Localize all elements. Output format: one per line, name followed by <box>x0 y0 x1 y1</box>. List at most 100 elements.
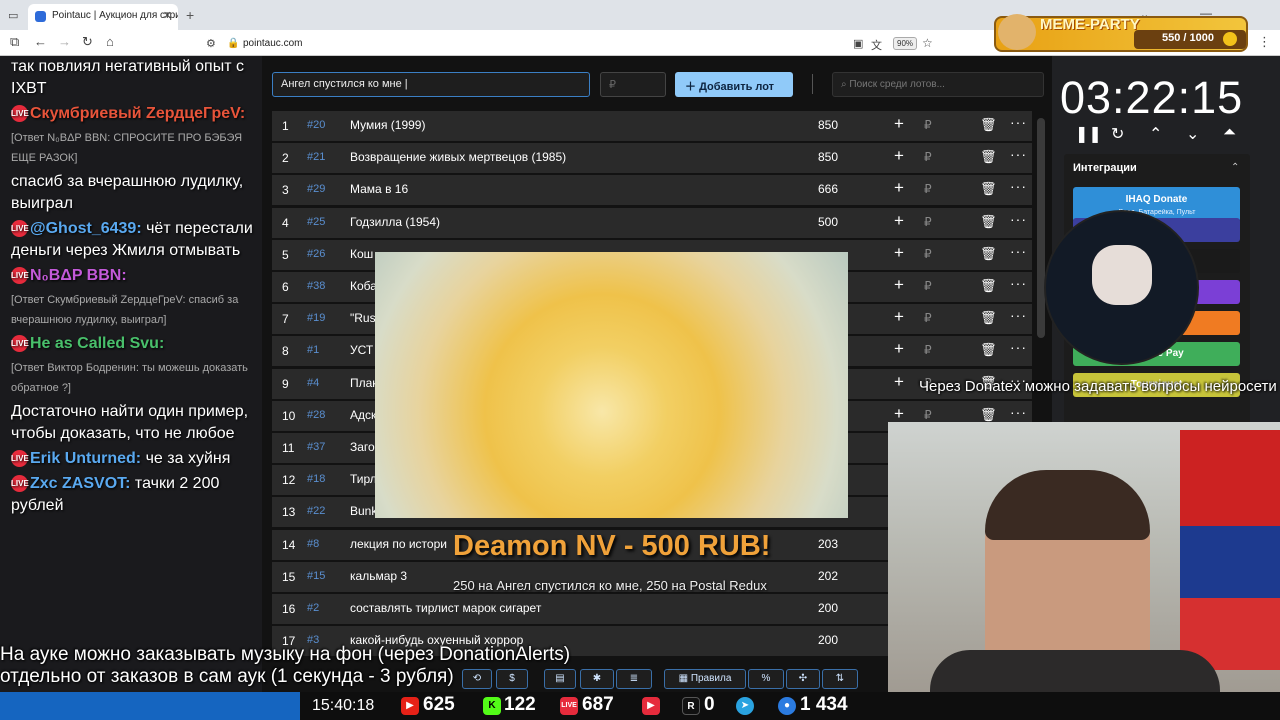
trash-icon[interactable]: 🗑 <box>980 181 997 197</box>
lot-number: 7 <box>282 312 289 327</box>
chat-nick[interactable]: Zxc ZASVOT: <box>30 475 130 492</box>
pause-icon[interactable]: ❚❚ <box>1075 124 1102 144</box>
stream-bar-accent <box>0 692 300 720</box>
more-dots-icon[interactable]: ··· <box>1010 146 1027 162</box>
trash-icon[interactable]: 🗑 <box>980 117 997 133</box>
back-icon[interactable]: ← <box>34 34 47 49</box>
ruble-icon[interactable]: ₽ <box>924 408 932 422</box>
trash-icon[interactable]: 🗑 <box>980 149 997 165</box>
integrations-collapse-icon[interactable]: ⌃ <box>1231 162 1239 173</box>
home-icon[interactable]: ⌂ <box>106 34 114 49</box>
screenshot-icon[interactable]: ▣ <box>853 37 863 50</box>
lot-number: 12 <box>282 473 296 488</box>
lot-name[interactable]: Мумия (1999) <box>350 118 780 132</box>
plus-icon[interactable]: + <box>894 114 904 134</box>
trash-icon[interactable]: 🗑 <box>980 342 997 358</box>
collapse-icon[interactable]: ⏶ <box>1223 124 1236 142</box>
trash-icon[interactable]: 🗑 <box>980 246 997 262</box>
trash-icon[interactable]: 🗑 <box>980 407 997 423</box>
sidebar-toggle-icon[interactable]: ⧉ <box>10 34 19 50</box>
lot-name[interactable]: составлять тирлист марок сигарет <box>350 601 780 615</box>
new-tab-icon[interactable]: + <box>186 7 194 23</box>
split-icon[interactable]: ✣ <box>786 669 820 689</box>
forward-icon[interactable]: → <box>58 34 71 49</box>
lot-search-input[interactable]: ⌕ Поиск среди лотов... <box>832 72 1044 97</box>
chat-nick[interactable]: @Ghost_6439: <box>30 220 142 237</box>
chat-text: Достаточно найти один пример, чтобы дока… <box>11 403 249 442</box>
lot-amount: 666 <box>818 182 839 197</box>
bookmark-star-icon[interactable]: ☆ <box>922 36 933 50</box>
plus-icon[interactable]: + <box>894 275 904 295</box>
plus-icon[interactable]: + <box>894 307 904 327</box>
sort-icon[interactable]: ⇅ <box>822 669 858 689</box>
chevron-up-icon[interactable]: ⌃ <box>1149 124 1162 144</box>
plus-icon[interactable]: + <box>894 211 904 231</box>
plus-icon[interactable]: + <box>894 372 904 392</box>
more-dots-icon[interactable]: ··· <box>1010 307 1027 323</box>
ruble-icon[interactable]: ₽ <box>924 247 932 261</box>
more-dots-icon[interactable]: ··· <box>1010 243 1027 259</box>
rules-button[interactable]: ▦ Правила <box>664 669 746 689</box>
lot-row[interactable]: 2 #21 Возвращение живых мертвецов (1985) 85… <box>272 143 1032 174</box>
more-dots-icon[interactable]: ··· <box>1010 178 1027 194</box>
lot-number: 5 <box>282 247 289 262</box>
plus-icon[interactable]: + <box>894 178 904 198</box>
more-dots-icon[interactable]: ··· <box>1010 114 1027 130</box>
plus-icon[interactable]: + <box>894 339 904 359</box>
chat-nick[interactable]: He as Called Svu: <box>30 335 164 352</box>
menu-icon[interactable]: ⋮ <box>1258 34 1271 50</box>
restart-icon[interactable]: ↻ <box>1111 124 1124 144</box>
doge-icon <box>998 14 1036 50</box>
chat-nick[interactable]: Скумбриевый ZердцеГреV: <box>30 105 245 122</box>
ruble-icon[interactable]: ₽ <box>924 279 932 293</box>
lot-name[interactable]: Возвращение живых мертвецов (1985) <box>350 150 780 164</box>
chevron-down-icon[interactable]: ⌄ <box>1186 124 1199 144</box>
ruble-icon[interactable]: ₽ <box>924 215 932 229</box>
trash-icon[interactable]: 🗑 <box>980 310 997 326</box>
trash-icon[interactable]: 🗑 <box>980 214 997 230</box>
lot-name[interactable]: Годзилла (1954) <box>350 215 780 229</box>
reload-icon[interactable]: ↻ <box>82 34 93 50</box>
live-badge-icon: LIVE <box>11 450 29 468</box>
plus-icon[interactable]: + <box>894 146 904 166</box>
lot-table-scrollbar[interactable] <box>1037 118 1045 338</box>
chat-nick[interactable]: N₀BΔP BBN: <box>30 267 127 284</box>
close-tab-icon[interactable]: ✕ <box>163 9 172 22</box>
more-dots-icon[interactable]: ··· <box>1010 404 1027 420</box>
ruble-icon[interactable]: ₽ <box>924 311 932 325</box>
lot-row[interactable]: 3 #29 Мама в 16 666 + ₽ 🗑 ··· <box>272 175 1032 206</box>
more-dots-icon[interactable]: ··· <box>1010 211 1027 227</box>
save-icon[interactable]: ▤ <box>544 669 576 689</box>
lot-row[interactable]: 4 #25 Годзилла (1954) 500 + ₽ 🗑 ··· <box>272 207 1032 238</box>
url-field[interactable]: pointauc.com <box>243 38 302 49</box>
ruble-icon[interactable]: ₽ <box>924 343 932 357</box>
live-badge-icon: LIVE <box>11 335 29 353</box>
lot-name-input[interactable]: Ангел спустился ко мне | <box>272 72 590 97</box>
zoom-level[interactable]: 90% <box>893 37 918 50</box>
lot-number: 9 <box>282 376 289 391</box>
lot-id: #8 <box>307 537 320 550</box>
percent-button[interactable]: % <box>748 669 784 689</box>
ruble-icon[interactable]: ₽ <box>924 182 932 196</box>
dollar-icon[interactable]: $ <box>496 669 528 689</box>
plus-icon[interactable]: + <box>894 404 904 424</box>
translate-icon[interactable]: 文 <box>871 37 882 53</box>
lot-name[interactable]: Мама в 16 <box>350 182 780 196</box>
tab-list-icon[interactable]: ▭ <box>8 9 18 22</box>
add-lot-button[interactable]: ＋ Добавить лот <box>675 72 793 97</box>
chat-nick[interactable]: Erik Unturned: <box>30 450 141 467</box>
more-dots-icon[interactable]: ··· <box>1010 275 1027 291</box>
trash-icon[interactable]: 🗑 <box>980 278 997 294</box>
ruble-icon[interactable]: ₽ <box>924 118 932 132</box>
lot-row[interactable]: 1 #20 Мумия (1999) 850 + ₽ 🗑 ··· <box>272 111 1032 141</box>
refresh-icon[interactable]: ⟲ <box>462 669 492 689</box>
lot-price-input[interactable]: ₽ <box>600 72 666 97</box>
site-info-icon[interactable]: ⚙ <box>206 37 216 50</box>
history-icon[interactable]: ≣ <box>616 669 652 689</box>
plus-icon[interactable]: + <box>894 243 904 263</box>
browser-tab[interactable]: Pointauc | Аукцион для стрима ✕ <box>28 4 178 30</box>
more-dots-icon[interactable]: ··· <box>1010 339 1027 355</box>
bug-icon[interactable]: ✱ <box>580 669 614 689</box>
ruble-icon[interactable]: ₽ <box>924 150 932 164</box>
chat-message: LIVEErik Unturned: че за хуйня <box>0 448 262 470</box>
